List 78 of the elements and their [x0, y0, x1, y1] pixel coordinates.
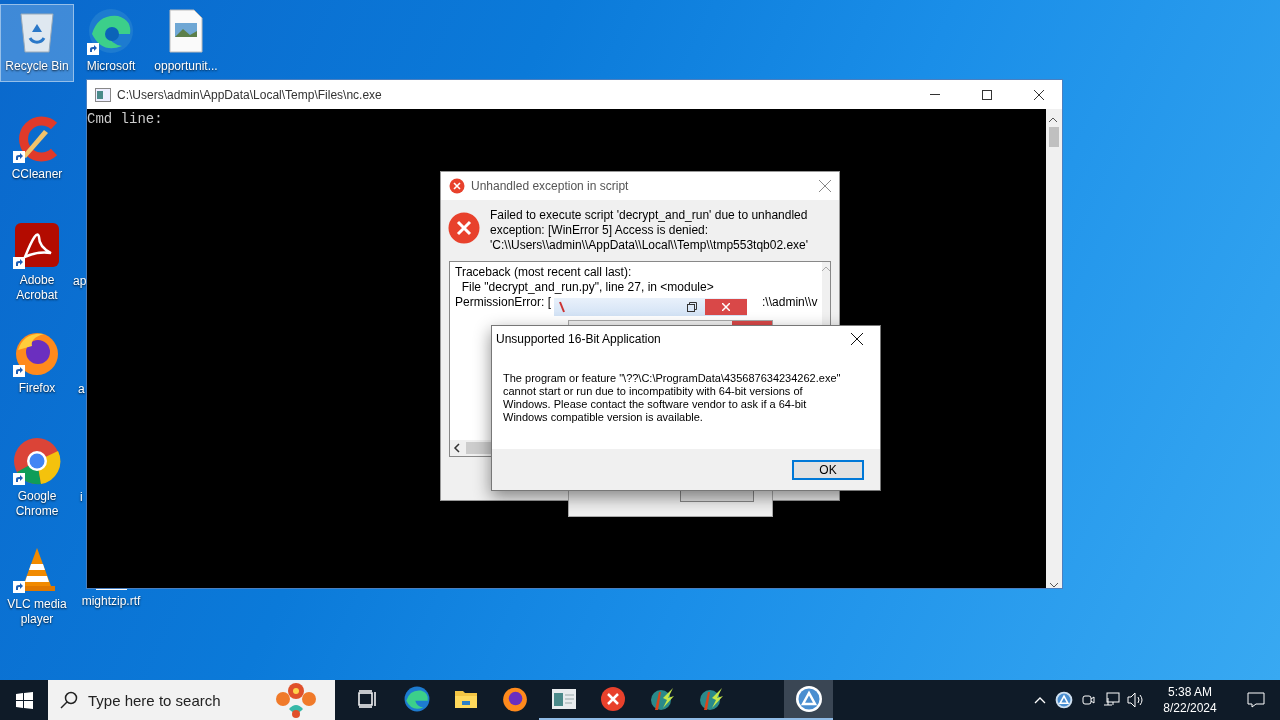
scrollbar-thumb[interactable]: [466, 442, 492, 454]
search-field[interactable]: Type here to search: [48, 680, 335, 720]
icon-label: Microsoft: [86, 59, 136, 74]
error-icon: [448, 212, 480, 244]
image-file-icon: [168, 9, 204, 53]
dialog-title: Unsupported 16-Bit Application: [496, 332, 662, 346]
desktop-icon[interactable]: opportunit...: [149, 4, 223, 82]
traceback-line: :\\admin\\v: [762, 295, 818, 310]
edge-icon: [403, 686, 430, 712]
firefox-icon: [501, 686, 528, 712]
icon-label: Google Chrome: [14, 489, 60, 519]
message-text: cannot start or run due to incompatibity with 64-bit versions of: [503, 385, 804, 398]
desktop-icon[interactable]: Microsoft: [74, 4, 148, 82]
console-text: Cmd line:: [87, 111, 163, 127]
minimize-icon: [930, 94, 940, 95]
flower-drawing: [273, 681, 319, 719]
shortcut-arrow-icon: [13, 151, 25, 163]
desktop-icon[interactable]: VLC media player: [0, 542, 74, 631]
icon-label: Adobe Acrobat: [15, 273, 59, 303]
close-button[interactable]: [705, 299, 747, 315]
close-icon: [722, 303, 730, 311]
close-icon: [851, 333, 863, 345]
scrollbar-thumb[interactable]: [1049, 127, 1059, 147]
desktop-icon[interactable]: Adobe Acrobat: [0, 218, 74, 307]
traceback-line: File "decrypt_and_run.py", line 27, in <module>: [460, 280, 715, 295]
message-text: Windows. Please contact the software vendor to ask if a 64-bit: [503, 398, 808, 411]
icon-label: i: [80, 490, 83, 505]
close-icon: [1034, 89, 1044, 100]
shortcut-arrow-icon: [13, 581, 25, 593]
firefox-icon: [14, 330, 60, 376]
shortcut-arrow-icon: [13, 473, 25, 485]
windows-logo-icon: [15, 691, 33, 709]
close-button[interactable]: [819, 180, 831, 192]
message-text: The program or feature "\??\C:\ProgramData\435687634234262.exe": [503, 372, 842, 385]
scrollbar[interactable]: [1046, 109, 1062, 588]
maximize-icon: [982, 89, 992, 100]
icon-label: CCleaner: [11, 167, 63, 182]
icon-label: Firefox: [18, 381, 56, 396]
error-icon: [599, 686, 626, 712]
icon-label: Recycle Bin: [5, 59, 69, 74]
acrobat-icon: [15, 223, 59, 267]
shortcut-arrow-icon: [87, 43, 99, 55]
desktop-icon[interactable]: Firefox: [0, 326, 74, 404]
desktop-icon[interactable]: Google Chrome: [0, 434, 74, 523]
desktop-icon[interactable]: Recycle Bin: [0, 4, 74, 82]
folder-icon: [453, 689, 478, 709]
taskbar-button[interactable]: [784, 680, 833, 720]
icon-label: a: [78, 382, 85, 397]
console-window-icon: [551, 689, 576, 709]
search-icon: [60, 691, 78, 709]
edge-icon: [88, 8, 134, 54]
error-icon: [449, 178, 465, 194]
console-window-icon: [95, 87, 111, 102]
clock[interactable]: 5:38 AM 8/22/2024: [1148, 680, 1232, 720]
dialog-title: Unhandled exception in script: [471, 179, 630, 193]
message-text: exception: [WinError 5] Access is denied:: [490, 223, 710, 238]
restore-icon: [687, 302, 697, 312]
icon-label: opportunit...: [154, 59, 218, 74]
message-text: 'C:\\Users\\admin\\AppData\\Local\\Temp\\tmp553tqb02.exe': [490, 238, 809, 253]
ok-button[interactable]: OK: [792, 459, 864, 480]
autoit-icon: [794, 685, 823, 713]
message-text: Windows compatible version is available.: [503, 411, 704, 424]
desktop-icon[interactable]: CCleaner: [0, 112, 74, 190]
icon-label: mightzip.rtf: [81, 594, 141, 609]
chrome-icon: [13, 437, 61, 485]
shortcut-arrow-icon: [13, 257, 25, 269]
task-view-icon: [357, 690, 378, 708]
clock-date: 8/22/2024: [1163, 700, 1217, 716]
traceback-line: Traceback (most recent call last):: [455, 265, 633, 280]
shortcut-arrow-icon: [13, 365, 25, 377]
app-icon: [558, 301, 566, 313]
icon-label: VLC media player: [6, 597, 68, 627]
clock-time: 5:38 AM: [1168, 684, 1212, 700]
chat-bubble-icon: [1247, 692, 1265, 708]
message-text: Failed to execute script 'decrypt_and_run' due to unhandled: [490, 208, 809, 223]
window-title: C:\Users\admin\AppData\Local\Temp\Files\nc.exe: [117, 87, 383, 102]
icon-label: ap: [73, 274, 87, 289]
traceback-line: PermissionError: [: [455, 295, 552, 310]
